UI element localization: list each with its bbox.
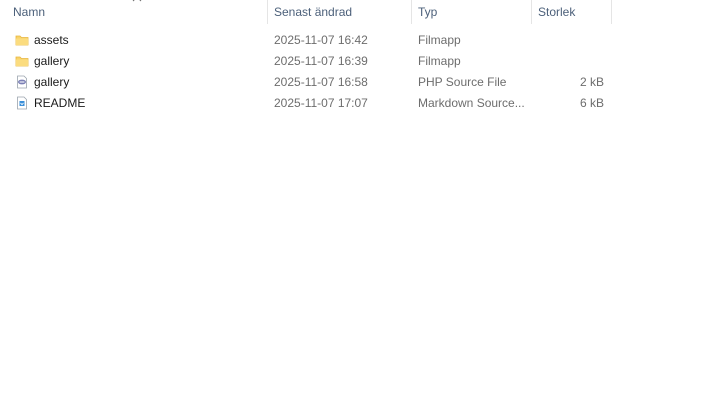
markdown-file-icon <box>17 96 27 110</box>
column-header: Namn Senast ändrad Typ Storlek <box>0 0 612 24</box>
column-divider[interactable] <box>611 0 612 24</box>
column-header-name[interactable]: Namn <box>0 0 268 24</box>
file-row[interactable]: assets 2025-11-07 16:42 Filmapp <box>0 30 612 51</box>
folder-icon <box>15 56 29 67</box>
column-header-date-label: Senast ändrad <box>274 5 353 19</box>
file-type: Filmapp <box>418 33 461 47</box>
file-name: gallery <box>34 75 70 89</box>
file-type: PHP Source File <box>418 75 507 89</box>
column-header-name-label: Namn <box>13 5 46 19</box>
file-size <box>538 30 604 51</box>
file-date: 2025-11-07 16:58 <box>274 75 368 89</box>
file-size: 6 kB <box>579 96 604 110</box>
file-name: gallery <box>34 54 70 68</box>
file-date: 2025-11-07 17:07 <box>274 96 368 110</box>
column-header-type-label: Typ <box>418 5 438 19</box>
column-header-date[interactable]: Senast ändrad <box>268 0 412 24</box>
php-file-icon <box>17 75 27 89</box>
column-header-type[interactable]: Typ <box>412 0 532 24</box>
column-header-size[interactable]: Storlek <box>532 0 612 24</box>
column-header-size-label: Storlek <box>538 5 576 19</box>
file-row[interactable]: gallery 2025-11-07 16:39 Filmapp <box>0 51 612 72</box>
file-name: README <box>34 96 86 110</box>
file-type: Filmapp <box>418 54 461 68</box>
file-name-cell: assets <box>14 30 264 51</box>
file-name-cell: gallery <box>14 72 264 93</box>
file-date: 2025-11-07 16:39 <box>274 54 368 68</box>
file-row[interactable]: gallery 2025-11-07 16:58 PHP Source File… <box>0 72 612 93</box>
file-row[interactable]: README 2025-11-07 17:07 Markdown Source.… <box>0 93 612 114</box>
chevron-up-icon <box>132 0 142 2</box>
file-size: 2 kB <box>579 75 604 89</box>
file-name-cell: README <box>14 93 264 114</box>
file-rows: assets 2025-11-07 16:42 Filmapp gallery … <box>0 30 612 114</box>
file-name: assets <box>34 33 69 47</box>
file-type: Markdown Source... <box>418 96 525 110</box>
file-size <box>538 51 604 72</box>
file-name-cell: gallery <box>14 51 264 72</box>
folder-icon <box>15 35 29 46</box>
file-date: 2025-11-07 16:42 <box>274 33 368 47</box>
file-list-view: Namn Senast ändrad Typ Storlek assets 20… <box>0 0 703 396</box>
